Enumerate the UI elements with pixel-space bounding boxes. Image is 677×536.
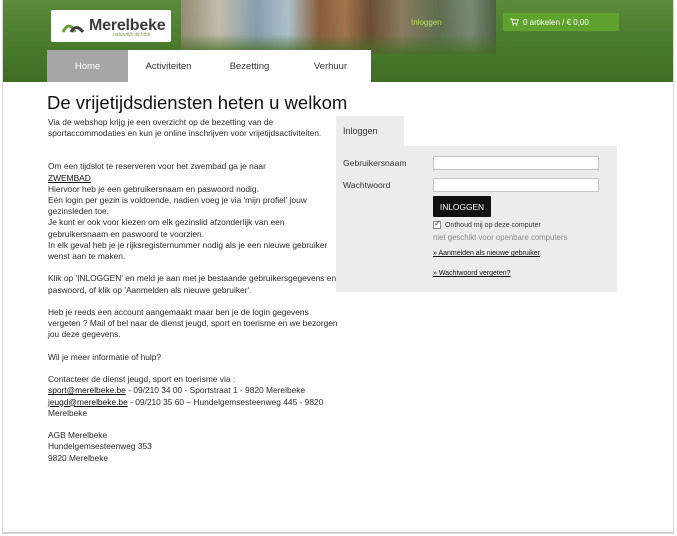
- zwembad-paragraph: Om een tijdslot te reserveren voor het z…: [48, 161, 338, 262]
- agb-city: 9820 Merelbeke: [48, 452, 109, 463]
- password-label: Wachtwoord: [343, 180, 391, 190]
- zwembad-link[interactable]: ZWEMBAD: [48, 173, 91, 183]
- public-computer-hint: niet geschikt voor openbare computers: [433, 233, 568, 242]
- divider: [3, 532, 673, 533]
- zwembad-intro: Om een tijdslot te reserveren voor het z…: [48, 161, 266, 172]
- cart-icon: [510, 18, 519, 26]
- cart-label: 0 artikelen / € 0,00: [523, 17, 589, 27]
- forgot-password-link[interactable]: » Wachtwoord vergeten?: [433, 270, 511, 277]
- account-paragraph: Heb je reeds een account aangemaakt maar…: [48, 307, 338, 340]
- nav-item-activiteiten[interactable]: Activiteiten: [128, 50, 209, 82]
- remember-me[interactable]: Onthoud mij op deze computer: [433, 219, 541, 229]
- sport-email-link[interactable]: sport@merelbeke.be: [48, 385, 126, 395]
- header-login-link[interactable]: Inloggen: [411, 18, 442, 27]
- zwembad-line-1: Hiervoor heb je een gebruikersnaam en pa…: [48, 183, 259, 194]
- username-label: Gebruikersnaam: [343, 158, 407, 168]
- intro-paragraph: Via de webshop krijg je een overzicht op…: [48, 117, 322, 139]
- nav-item-home[interactable]: Home: [47, 50, 128, 82]
- welcome-content: Via de webshop krijg je een overzicht op…: [48, 117, 338, 475]
- agb-street: Hundelgemsesteenweg 353: [48, 441, 152, 452]
- zwembad-line-3: Je kunt er ook voor kiezen om elk gezins…: [48, 217, 285, 239]
- header-banner: Merelbeke natuurlijk dichtbij Inloggen 0…: [3, 0, 673, 82]
- contact-intro: Contacteer de dienst jeugd, sport en toe…: [48, 374, 236, 385]
- remember-label: Onthoud mij op deze computer: [445, 221, 541, 229]
- meer-info-paragraph: Wil je meer informatie of hulp?: [48, 351, 162, 362]
- jeugd-email-link[interactable]: jeugd@merelbeke.be: [48, 397, 128, 407]
- site-logo[interactable]: Merelbeke natuurlijk dichtbij: [51, 10, 171, 42]
- contact-paragraph: Contacteer de dienst jeugd, sport en toe…: [48, 374, 338, 419]
- page-title: De vrijetijdsdiensten heten u welkom: [47, 92, 348, 113]
- agb-name: AGB Merelbeke: [48, 430, 108, 441]
- page-frame: Merelbeke natuurlijk dichtbij Inloggen 0…: [2, 0, 674, 534]
- main-nav: Home Activiteiten Bezetting Verhuur: [47, 50, 371, 82]
- login-button[interactable]: INLOGGEN: [433, 196, 491, 217]
- klik-paragraph: Klik op 'INLOGGEN' en meld je aan met je…: [48, 273, 337, 295]
- password-input[interactable]: [433, 178, 599, 192]
- sport-contact-details: - 09/210 34 00 - Sportstraat 1 - 9820 Me…: [125, 385, 306, 396]
- remember-checkbox[interactable]: [433, 219, 441, 229]
- nav-item-bezetting[interactable]: Bezetting: [209, 50, 290, 82]
- zwembad-line-4: In elk geval heb je je rijksregisternumm…: [48, 239, 328, 262]
- zwembad-line-2: Eén login per gezin is voldoende, nadien…: [48, 195, 307, 217]
- logo-arch-icon: [61, 24, 85, 33]
- agb-address: AGB Merelbeke Hundelgemsesteenweg 353 98…: [48, 430, 338, 464]
- header-photo: [181, 0, 496, 54]
- nav-item-verhuur[interactable]: Verhuur: [290, 50, 371, 82]
- logo-tagline: natuurlijk dichtbij: [113, 32, 150, 38]
- login-tab[interactable]: Inloggen: [336, 116, 404, 146]
- register-link[interactable]: » Aanmelden als nieuwe gebruiker: [433, 250, 540, 257]
- username-input[interactable]: [433, 156, 599, 170]
- login-panel: Gebruikersnaam Wachtwoord INLOGGEN Ontho…: [336, 146, 617, 292]
- cart-button[interactable]: 0 artikelen / € 0,00: [503, 13, 619, 31]
